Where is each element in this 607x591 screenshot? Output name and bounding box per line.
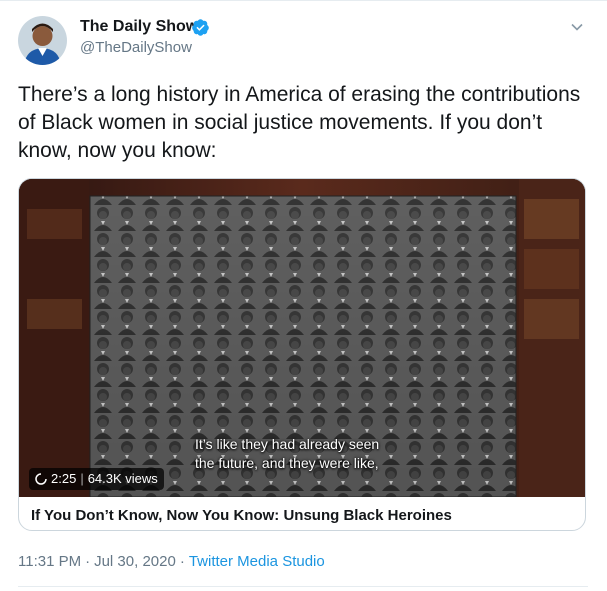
subtitle-line: It’s like they had already seen xyxy=(195,436,380,452)
tweet-source-link[interactable]: Twitter Media Studio xyxy=(189,553,325,570)
avatar[interactable] xyxy=(18,16,67,65)
verified-badge-icon xyxy=(191,18,210,37)
video-player[interactable]: It’s like they had already seen the futu… xyxy=(19,179,585,497)
badge-separator: | xyxy=(80,471,84,486)
media-card-title[interactable]: If You Don’t Know, Now You Know: Unsung … xyxy=(31,507,452,524)
tweet-time[interactable]: 11:31 PM xyxy=(18,553,81,570)
tweet-text: There’s a long history in America of era… xyxy=(18,83,581,162)
chevron-down-icon[interactable] xyxy=(568,18,586,36)
author-handle[interactable]: @TheDailyShow xyxy=(80,39,192,56)
video-views: 64.3K views xyxy=(87,471,158,486)
video-subtitles: It’s like they had already seen the futu… xyxy=(195,435,379,473)
tweet-meta: 11:31 PM · Jul 30, 2020 · Twitter Media … xyxy=(18,553,325,570)
video-duration: 2:25 xyxy=(51,471,77,486)
subtitle-line: the future, and they were like, xyxy=(195,455,379,471)
tweet-date[interactable]: Jul 30, 2020 xyxy=(94,553,176,570)
meta-separator: · xyxy=(85,553,91,570)
meta-separator: · xyxy=(179,553,185,570)
video-stats-badge: 2:25 | 64.3K views xyxy=(29,468,164,490)
author-name[interactable]: The Daily Show xyxy=(80,18,198,36)
media-card[interactable]: It’s like they had already seen the futu… xyxy=(18,178,586,531)
tweet: The Daily Show @TheDailyShow There’s a l… xyxy=(0,0,607,591)
loading-spinner-icon xyxy=(35,473,47,485)
divider xyxy=(18,586,588,587)
